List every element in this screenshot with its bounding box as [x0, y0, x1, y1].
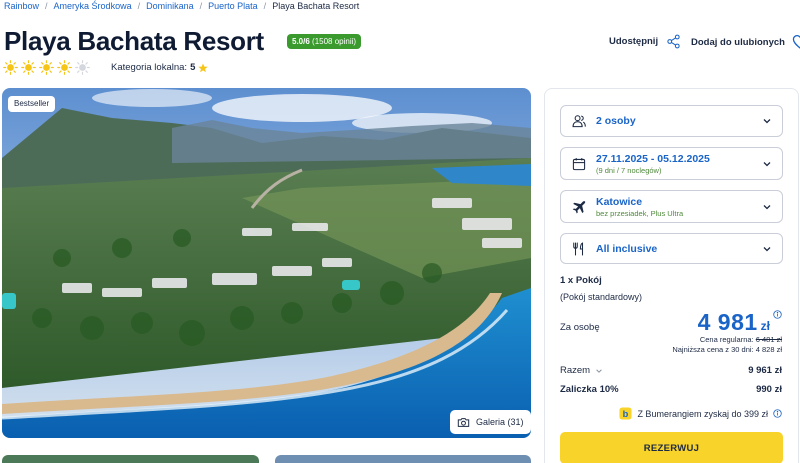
breadcrumb-link-rainbow[interactable]: Rainbow — [4, 1, 39, 11]
dates-value: 27.11.2025 - 05.12.2025 — [596, 152, 710, 165]
breadcrumb-separator: / — [137, 1, 141, 11]
local-category: Kategoria lokalna: 5 — [111, 62, 209, 73]
favorite-button[interactable]: Dodaj do ulubionych — [691, 34, 800, 50]
local-category-label: Kategoria lokalna: — [111, 62, 188, 73]
plane-icon — [572, 200, 586, 213]
deposit-value: 990 zł — [756, 384, 782, 395]
resort-aerial-image — [2, 88, 531, 438]
rating-score: 5.0/6 — [292, 37, 310, 46]
chevron-down-icon — [763, 246, 771, 251]
deposit-row: Zaliczka 10% 990 zł — [560, 384, 782, 395]
hotel-title: Playa Bachata Resort — [4, 26, 264, 56]
chevron-down-icon[interactable] — [595, 367, 603, 375]
total-label: Razem — [560, 365, 591, 376]
rating-badge[interactable]: 5.0/6 (1508 opinii) — [287, 34, 362, 49]
people-icon — [572, 115, 586, 128]
star-icon — [198, 63, 209, 72]
favorite-label: Dodaj do ulubionych — [691, 36, 785, 48]
breadcrumb-link-country[interactable]: Dominikana — [146, 1, 194, 11]
breadcrumb: Rainbow / Ameryka Środkowa / Dominikana … — [4, 0, 359, 12]
sun-icon — [3, 60, 18, 75]
info-icon[interactable] — [773, 310, 782, 319]
regular-price-label: Cena regularna: — [699, 335, 754, 344]
booking-panel: 2 osoby 27.11.2025 - 05.12.2025 (9 dni /… — [544, 88, 799, 463]
gallery-label: Galeria (31) — [476, 417, 524, 427]
breadcrumb-link-region[interactable]: Ameryka Środkowa — [54, 1, 132, 11]
dates-duration: (9 dni / 7 noclegów) — [596, 165, 662, 175]
dates-select[interactable]: 27.11.2025 - 05.12.2025 (9 dni / 7 nocle… — [560, 147, 783, 180]
regular-price-value: 6 481 zł — [755, 335, 782, 344]
share-label: Udostępnij — [609, 36, 659, 47]
sun-icon — [39, 60, 54, 75]
gallery-button[interactable]: Galeria (31) — [450, 410, 531, 434]
regular-price: Cena regularna: 6 481 zł — [700, 335, 782, 344]
price-per-person: 4 981 zł — [698, 309, 770, 336]
rating-count: (1508 opinii) — [312, 37, 357, 46]
departure-details: bez przesiadek, Plus Ultra — [596, 208, 684, 218]
reserve-button[interactable]: REZERWUJ — [560, 432, 783, 463]
price-currency: zł — [760, 319, 770, 333]
boomerang-logo-icon: b — [619, 407, 632, 420]
camera-icon — [457, 417, 470, 427]
breadcrumb-link-city[interactable]: Puerto Plata — [208, 1, 258, 11]
price-value: 4 981 — [697, 309, 758, 335]
sun-icon — [21, 60, 36, 75]
persons-select[interactable]: 2 osoby — [560, 105, 783, 137]
gallery-thumbnail[interactable] — [2, 455, 259, 463]
share-icon — [667, 34, 680, 49]
local-category-value: 5 — [190, 62, 196, 73]
boomerang-text: Z Bumerangiem zyskaj do 399 zł — [637, 408, 768, 419]
chevron-down-icon — [763, 119, 771, 124]
board-value: All inclusive — [596, 242, 658, 255]
info-icon[interactable] — [773, 409, 782, 418]
deposit-label: Zaliczka 10% — [560, 384, 619, 395]
sun-empty-icon — [75, 60, 90, 75]
breadcrumb-separator: / — [199, 1, 203, 11]
room-title: 1 x Pokój — [560, 275, 602, 286]
per-person-label: Za osobę — [560, 322, 600, 333]
boomerang-promo: b Z Bumerangiem zyskaj do 399 zł — [619, 407, 782, 420]
cutlery-icon — [573, 241, 584, 255]
breadcrumb-current: Playa Bachata Resort — [272, 1, 360, 11]
breadcrumb-separator: / — [45, 1, 48, 11]
svg-text:b: b — [623, 409, 629, 419]
bestseller-badge: Bestseller — [8, 96, 56, 112]
departure-value: Katowice — [596, 195, 643, 208]
gallery-thumbnail[interactable] — [275, 455, 531, 463]
heart-icon — [792, 34, 800, 49]
departure-select[interactable]: Katowice bez przesiadek, Plus Ultra — [560, 190, 783, 223]
calendar-icon — [572, 157, 586, 170]
persons-value: 2 osoby — [596, 115, 636, 127]
breadcrumb-separator: / — [263, 1, 267, 11]
chevron-down-icon — [763, 161, 771, 166]
board-select[interactable]: All inclusive — [560, 233, 783, 264]
sun-rating — [3, 60, 90, 75]
hotel-main-photo[interactable] — [2, 88, 531, 438]
sun-icon — [57, 60, 72, 75]
room-type: (Pokój standardowy) — [560, 292, 643, 302]
chevron-down-icon — [763, 204, 771, 209]
share-button[interactable]: Udostępnij — [609, 34, 681, 49]
total-row: Razem 9 961 zł — [560, 365, 782, 376]
lowest-price-30-days: Najniższa cena z 30 dni: 4 828 zł — [672, 345, 782, 354]
total-value: 9 961 zł — [748, 365, 782, 376]
